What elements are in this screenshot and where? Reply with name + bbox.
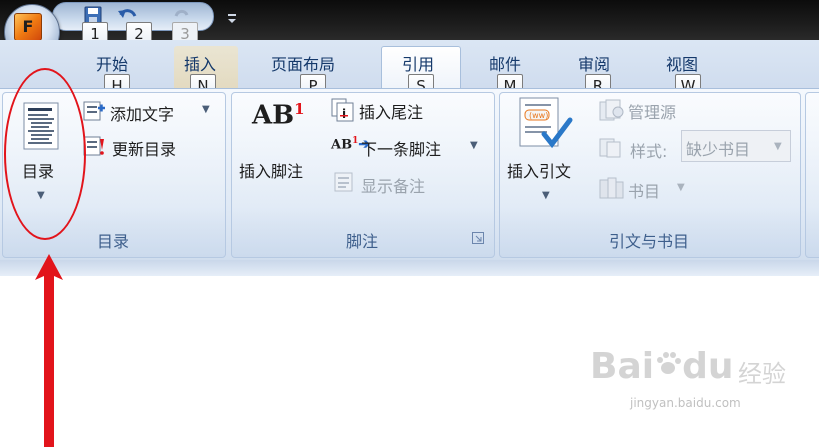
baidu-watermark: Bai du 经验 jingyan.baidu.com [590,340,800,440]
show-notes-button[interactable]: 显示备注 [361,173,425,197]
ribbon-bottom-edge [0,260,819,276]
add-text-icon[interactable] [82,100,106,126]
insert-endnote-button[interactable]: 插入尾注 [359,99,423,123]
insert-citation-caret-icon[interactable]: ▼ [542,190,550,201]
annotation-arrow [35,254,63,447]
add-text-caret-icon[interactable]: ▼ [202,104,210,115]
next-footnote-button[interactable]: 下一条脚注 [361,136,441,160]
add-text-button[interactable]: 添加文字 [110,101,174,125]
show-notes-icon[interactable] [333,172,355,196]
watermark-brand: Bai [590,346,655,387]
group-label-footnotes: 脚注 [345,232,378,251]
bibliography-caret-icon[interactable]: ▼ [677,182,685,193]
group-label-citations: 引文与书目 [608,232,689,251]
watermark-cn: 经验 [738,360,786,388]
manage-sources-icon[interactable] [598,98,626,126]
style-select[interactable]: 缺少书目 ▼ [681,130,791,162]
insert-footnote-icon[interactable]: AB1 [252,100,305,131]
footnote-icon-superscript: 1 [294,100,305,118]
svg-text:i: i [342,107,346,121]
bibliography-button[interactable]: 书目 [628,178,660,202]
tab-review[interactable]: 审阅 [578,51,610,75]
bibliography-icon[interactable] [598,176,626,204]
insert-endnote-icon[interactable]: i [331,98,355,126]
update-toc-button[interactable]: 更新目录 [112,136,176,160]
paw-icon [654,346,682,374]
style-icon [598,137,624,163]
next-footnote-caret-icon[interactable]: ▼ [470,140,478,151]
footnote-dialog-launcher-icon[interactable] [472,229,484,248]
manage-sources-button[interactable]: 管理源 [628,99,676,123]
style-select-value: 缺少书目 [686,140,751,159]
tab-references[interactable]: 引用 [402,51,434,75]
footnote-icon-ab: AB [252,100,295,131]
tab-page-layout[interactable]: 页面布局 [271,51,335,75]
group-next [805,92,819,258]
style-select-caret-icon: ▼ [774,141,782,152]
tab-view[interactable]: 视图 [666,51,698,75]
watermark-url: jingyan.baidu.com [630,396,741,410]
insert-footnote-button[interactable]: 插入脚注 [239,158,303,182]
tab-mailings[interactable]: 邮件 [489,51,521,75]
annotation-ellipse [4,68,86,240]
insert-citation-icon[interactable]: (ww) [516,96,574,156]
tab-home[interactable]: 开始 [96,51,128,75]
insert-citation-button[interactable]: 插入引文 [507,158,571,182]
office-logo-keytip: F [14,13,42,41]
customize-qat-icon[interactable] [226,10,238,29]
watermark-brand2: du [682,346,734,387]
tab-insert[interactable]: 插入 [184,51,216,75]
style-label: 样式: [630,142,668,161]
svg-text:(ww): (ww) [529,111,548,120]
